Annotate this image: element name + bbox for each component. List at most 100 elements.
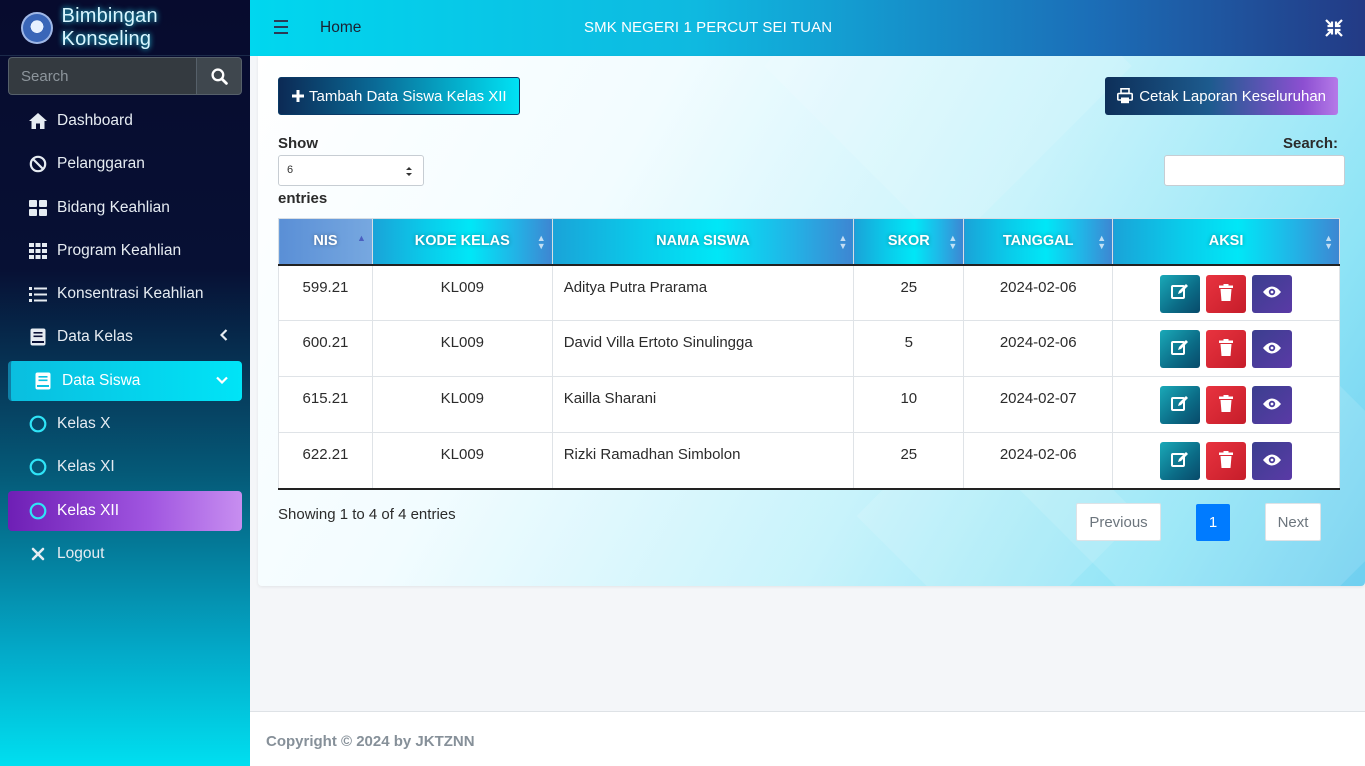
sidebar-item-label: Logout	[57, 544, 105, 562]
school-name: SMK NEGERI 1 PERCUT SEI TUAN	[584, 19, 833, 36]
grid-icon	[28, 198, 48, 218]
view-button[interactable]	[1252, 442, 1293, 480]
add-student-button[interactable]: Tambah Data Siswa Kelas XII	[278, 77, 520, 115]
cell-kode-kelas: KL009	[371, 264, 553, 321]
sort-asc-icon: ▲	[357, 233, 366, 243]
times-icon	[28, 544, 48, 564]
sidebar-item-kelas-xi[interactable]: Kelas XI	[8, 447, 242, 487]
add-student-label: Tambah Data Siswa Kelas XII	[309, 87, 507, 105]
cell-skor: 25	[853, 432, 965, 490]
column-header-nis[interactable]: NIS ▲	[278, 218, 373, 266]
delete-button[interactable]	[1206, 274, 1247, 313]
eye-icon	[1262, 453, 1282, 470]
edit-button[interactable]	[1160, 274, 1201, 313]
column-header-skor[interactable]: SKOR ▲ ▼	[853, 218, 965, 266]
cell-kode-kelas: KL009	[371, 320, 553, 377]
brand-title: Bimbingan Konseling	[61, 4, 158, 50]
sort-icon: ▲ ▼	[536, 233, 546, 251]
cell-nama-siswa: David Villa Ertoto Sinulingga	[551, 320, 855, 377]
eye-icon	[1262, 397, 1282, 414]
cell-kode-kelas: KL009	[371, 376, 553, 433]
sidebar-item-label: Dashboard	[57, 112, 133, 129]
sidebar-nav: Dashboard Pelanggaran Bidang Keahlian Pr…	[8, 101, 242, 577]
delete-button[interactable]	[1206, 330, 1247, 368]
edit-button[interactable]	[1160, 442, 1201, 480]
sort-icon: ▲ ▼	[1324, 233, 1333, 251]
students-table: NIS ▲ KODE KELAS ▲ ▼ NAMA SISWA ▲ ▼ SKOR ▲ ▼ TA…	[278, 218, 1340, 490]
table-header-row: NIS ▲ KODE KELAS ▲ ▼ NAMA SISWA ▲ ▼ SKOR ▲ ▼ TA…	[278, 218, 1340, 266]
cell-kode-kelas: KL009	[371, 432, 553, 490]
fullscreen-exit-icon[interactable]	[1325, 19, 1343, 37]
edit-icon	[1171, 283, 1189, 304]
print-icon	[1117, 88, 1134, 104]
pagination-page-1[interactable]: 1	[1196, 504, 1230, 541]
column-header-tanggal[interactable]: TANGGAL ▲ ▼	[963, 218, 1114, 266]
list-icon	[28, 284, 48, 304]
column-header-aksi[interactable]: AKSI ▲ ▼	[1112, 218, 1340, 266]
brand[interactable]: Bimbingan Konseling	[0, 0, 250, 56]
cell-skor: 25	[853, 264, 965, 321]
sidebar-item-logout[interactable]: Logout	[8, 534, 242, 574]
view-button[interactable]	[1252, 274, 1293, 313]
cell-nama-siswa: Aditya Putra Prarama	[551, 264, 855, 321]
table-row: 600.21 KL009 David Villa Ertoto Sinulingga…	[278, 320, 1340, 377]
sort-icon: ▲ ▼	[1097, 233, 1107, 251]
delete-button[interactable]	[1206, 442, 1247, 480]
cell-skor: 5	[853, 320, 965, 377]
search-icon	[210, 67, 228, 85]
sidebar-item-data-kelas[interactable]: Data Kelas	[8, 317, 242, 357]
cell-tanggal: 2024-02-06	[963, 264, 1114, 321]
trash-icon	[1219, 283, 1234, 304]
column-header-nama-siswa[interactable]: NAMA SISWA ▲ ▼	[551, 218, 855, 266]
book-icon	[28, 327, 48, 347]
edit-button[interactable]	[1160, 386, 1201, 424]
sidebar-search-button[interactable]	[196, 57, 242, 95]
plus-icon	[292, 90, 304, 102]
view-button[interactable]	[1252, 386, 1293, 424]
home-link[interactable]: Home	[320, 19, 361, 37]
sidebar-item-bidang-keahlian[interactable]: Bidang Keahlian	[8, 188, 242, 228]
edit-icon	[1171, 451, 1189, 472]
view-button[interactable]	[1252, 330, 1293, 368]
entries-select[interactable]: 6	[278, 155, 424, 186]
sidebar-item-dashboard[interactable]: Dashboard	[8, 101, 242, 141]
cell-nis: 615.21	[278, 376, 373, 433]
sidebar-item-kelas-xii[interactable]: Kelas XII	[8, 490, 242, 531]
sidebar-item-label: Pelanggaran	[57, 155, 145, 173]
sidebar-item-program-keahlian[interactable]: Program Keahlian	[8, 231, 242, 271]
cell-nis: 599.21	[278, 264, 373, 321]
sidebar-item-label: Kelas XII	[57, 501, 120, 519]
cell-skor: 10	[853, 376, 965, 433]
footer: Copyright © 2024 by JKTZNN	[250, 711, 1365, 766]
chevron-down-icon	[216, 376, 228, 384]
menu-toggle-icon[interactable]	[274, 20, 288, 38]
entries-label: entries	[278, 190, 328, 207]
select-arrows-icon	[406, 167, 412, 176]
pagination-previous[interactable]: Previous	[1076, 503, 1161, 541]
table-search-input[interactable]	[1164, 155, 1345, 186]
eye-icon	[1262, 341, 1282, 358]
print-report-button[interactable]: Cetak Laporan Keseluruhan	[1105, 77, 1338, 115]
cell-aksi	[1112, 264, 1340, 321]
cell-nama-siswa: Kailla Sharani	[551, 376, 855, 433]
sidebar-search-input[interactable]	[8, 57, 196, 95]
sidebar-item-pelanggaran[interactable]: Pelanggaran	[8, 144, 242, 184]
book-icon	[33, 371, 53, 391]
pagination-next[interactable]: Next	[1265, 503, 1321, 541]
eye-icon	[1262, 285, 1282, 302]
sidebar-item-kelas-x[interactable]: Kelas X	[8, 404, 242, 444]
column-header-kode-kelas[interactable]: KODE KELAS ▲ ▼	[371, 218, 553, 266]
show-label: Show	[278, 135, 318, 152]
chevron-left-icon	[220, 329, 228, 342]
brand-logo	[21, 11, 53, 44]
table-row: 615.21 KL009 Kailla Sharani 10 2024-02-07	[278, 376, 1340, 433]
circle-icon	[28, 501, 48, 521]
sidebar-item-data-siswa[interactable]: Data Siswa	[8, 360, 242, 401]
copyright-text: Copyright © 2024 by JKTZNN	[266, 733, 475, 750]
edit-button[interactable]	[1160, 330, 1201, 368]
sidebar-item-label: Kelas XI	[57, 458, 115, 476]
delete-button[interactable]	[1206, 386, 1247, 424]
trash-icon	[1219, 451, 1234, 471]
sidebar-item-konsentrasi-keahlian[interactable]: Konsentrasi Keahlian	[8, 274, 242, 314]
top-navbar: Home SMK NEGERI 1 PERCUT SEI TUAN	[250, 0, 1365, 56]
